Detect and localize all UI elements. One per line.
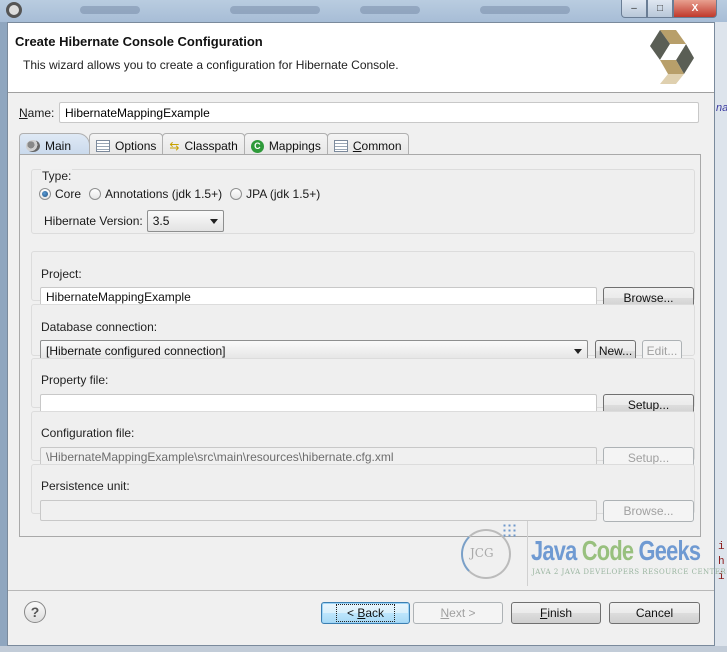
- name-label: Name:: [19, 106, 59, 120]
- back-button[interactable]: < Back: [321, 602, 410, 624]
- tab-label: Mappings: [268, 139, 321, 153]
- table-icon: [96, 140, 111, 152]
- blurred-taskbar-item: [230, 6, 320, 14]
- tab-label: Main: [45, 139, 72, 153]
- blurred-taskbar-item: [480, 6, 570, 14]
- jcg-dots-icon: [502, 523, 518, 539]
- mnemonic: N: [440, 606, 450, 620]
- jcg-subtitle: JAVA 2 JAVA DEVELOPERS RESOURCE CENTER: [532, 568, 727, 576]
- window-controls: – □ X: [621, 0, 717, 18]
- type-radio-group: Core Annotations (jdk 1.5+) JPA (jdk 1.5…: [39, 187, 328, 201]
- configuration-file-label: Configuration file:: [41, 426, 135, 440]
- window-titlebar: – □ X: [0, 0, 727, 22]
- radio-unchecked-icon: [230, 188, 243, 200]
- tab-label: Common: [353, 139, 402, 153]
- tab-main[interactable]: Main: [19, 133, 91, 155]
- background-code: i h i: [718, 540, 725, 585]
- minimize-button[interactable]: –: [621, 0, 647, 18]
- radio-label: JPA (jdk 1.5+): [246, 187, 321, 201]
- tab-mappings[interactable]: C Mappings: [243, 133, 328, 155]
- persistence-unit-input[interactable]: [40, 500, 597, 521]
- maximize-button[interactable]: □: [647, 0, 673, 18]
- hibernate-version-select[interactable]: 3.5: [146, 210, 224, 232]
- java-code-geeks-watermark: JCG Java Code Geeks JAVA 2 JAVA DEVELOPE…: [458, 521, 726, 586]
- tab-common[interactable]: Common: [326, 133, 409, 155]
- jcg-java: Java: [531, 535, 577, 566]
- property-file-label: Property file:: [41, 373, 109, 387]
- type-label: Type:: [41, 169, 73, 183]
- hibernate-version-label: Hibernate Version:: [44, 214, 143, 228]
- code-line: i: [718, 541, 725, 553]
- tab-options[interactable]: Options: [89, 133, 164, 155]
- footer-divider: [8, 590, 714, 591]
- wizard-dialog: Create Hibernate Console Configuration T…: [7, 22, 726, 646]
- jcg-circle-text: JCG: [470, 546, 494, 560]
- jcg-title: Java Code Geeks: [531, 535, 701, 567]
- focus-ring: < Back: [335, 604, 396, 622]
- mnemonic: N: [19, 105, 28, 120]
- chevron-down-icon: [574, 348, 582, 354]
- label-text: ack: [365, 606, 385, 620]
- jcg-geeks: Geeks: [638, 535, 701, 566]
- radio-core[interactable]: Core: [39, 187, 81, 201]
- persistence-unit-browse-button[interactable]: Browse...: [603, 500, 694, 522]
- select-value: [Hibernate configured connection]: [46, 344, 226, 358]
- label-text: ext >: [449, 606, 476, 620]
- blurred-taskbar-item: [360, 6, 420, 14]
- jcg-divider: [527, 521, 528, 586]
- blurred-taskbar-item: [80, 6, 140, 14]
- radio-label: Annotations (jdk 1.5+): [105, 187, 223, 201]
- persistence-unit-label: Persistence unit:: [41, 479, 130, 493]
- mappings-icon: C: [250, 139, 264, 153]
- background-text: na: [716, 102, 727, 114]
- radio-checked-icon: [39, 188, 51, 200]
- name-input[interactable]: [59, 102, 699, 123]
- config-tabs: Main Options ⇆ Classpath C Mappings Comm…: [19, 133, 409, 155]
- tab-label: Options: [115, 139, 157, 153]
- tab-classpath[interactable]: ⇆ Classpath: [162, 133, 245, 155]
- mnemonic: C: [352, 139, 362, 153]
- wizard-description: This wizard allows you to create a confi…: [23, 58, 399, 72]
- classpath-icon: ⇆: [169, 139, 180, 153]
- radio-label: Core: [55, 187, 82, 201]
- label-text: inish: [547, 606, 573, 620]
- database-connection-label: Database connection:: [41, 320, 158, 334]
- finish-button[interactable]: Finish: [511, 602, 601, 624]
- label-text: ommon: [361, 139, 402, 153]
- jcg-code: Code: [581, 535, 634, 566]
- help-icon[interactable]: ?: [24, 601, 46, 623]
- select-value: 3.5: [152, 214, 170, 228]
- cancel-button[interactable]: Cancel: [609, 602, 700, 624]
- radio-jpa[interactable]: JPA (jdk 1.5+): [230, 187, 320, 201]
- name-row: Name:: [19, 102, 699, 123]
- wizard-title: Create Hibernate Console Configuration: [15, 34, 263, 49]
- chevron-down-icon: [209, 218, 218, 224]
- wizard-banner: Create Hibernate Console Configuration T…: [8, 23, 714, 93]
- eclipse-app-icon: [6, 2, 22, 18]
- radio-unchecked-icon: [89, 188, 102, 200]
- radio-annotations[interactable]: Annotations (jdk 1.5+): [89, 187, 222, 201]
- tab-label: Classpath: [184, 139, 238, 153]
- label-text: <: [346, 606, 358, 620]
- hibernate-logo-icon: [650, 30, 694, 84]
- hibernate-version-row: Hibernate Version: 3.5: [44, 210, 224, 232]
- next-button[interactable]: Next >: [413, 602, 503, 624]
- main-tab-panel: Type: Core Annotations (jdk 1.5+) JPA (j…: [19, 154, 701, 537]
- close-button[interactable]: X: [673, 0, 717, 18]
- background-strip: [0, 646, 727, 652]
- type-group: Type: Core Annotations (jdk 1.5+) JPA (j…: [31, 169, 695, 234]
- project-label: Project:: [41, 267, 82, 281]
- table-icon: [333, 140, 348, 152]
- main-tab-icon: [26, 140, 40, 152]
- mnemonic: F: [539, 606, 548, 620]
- label-text: ame:: [27, 105, 55, 120]
